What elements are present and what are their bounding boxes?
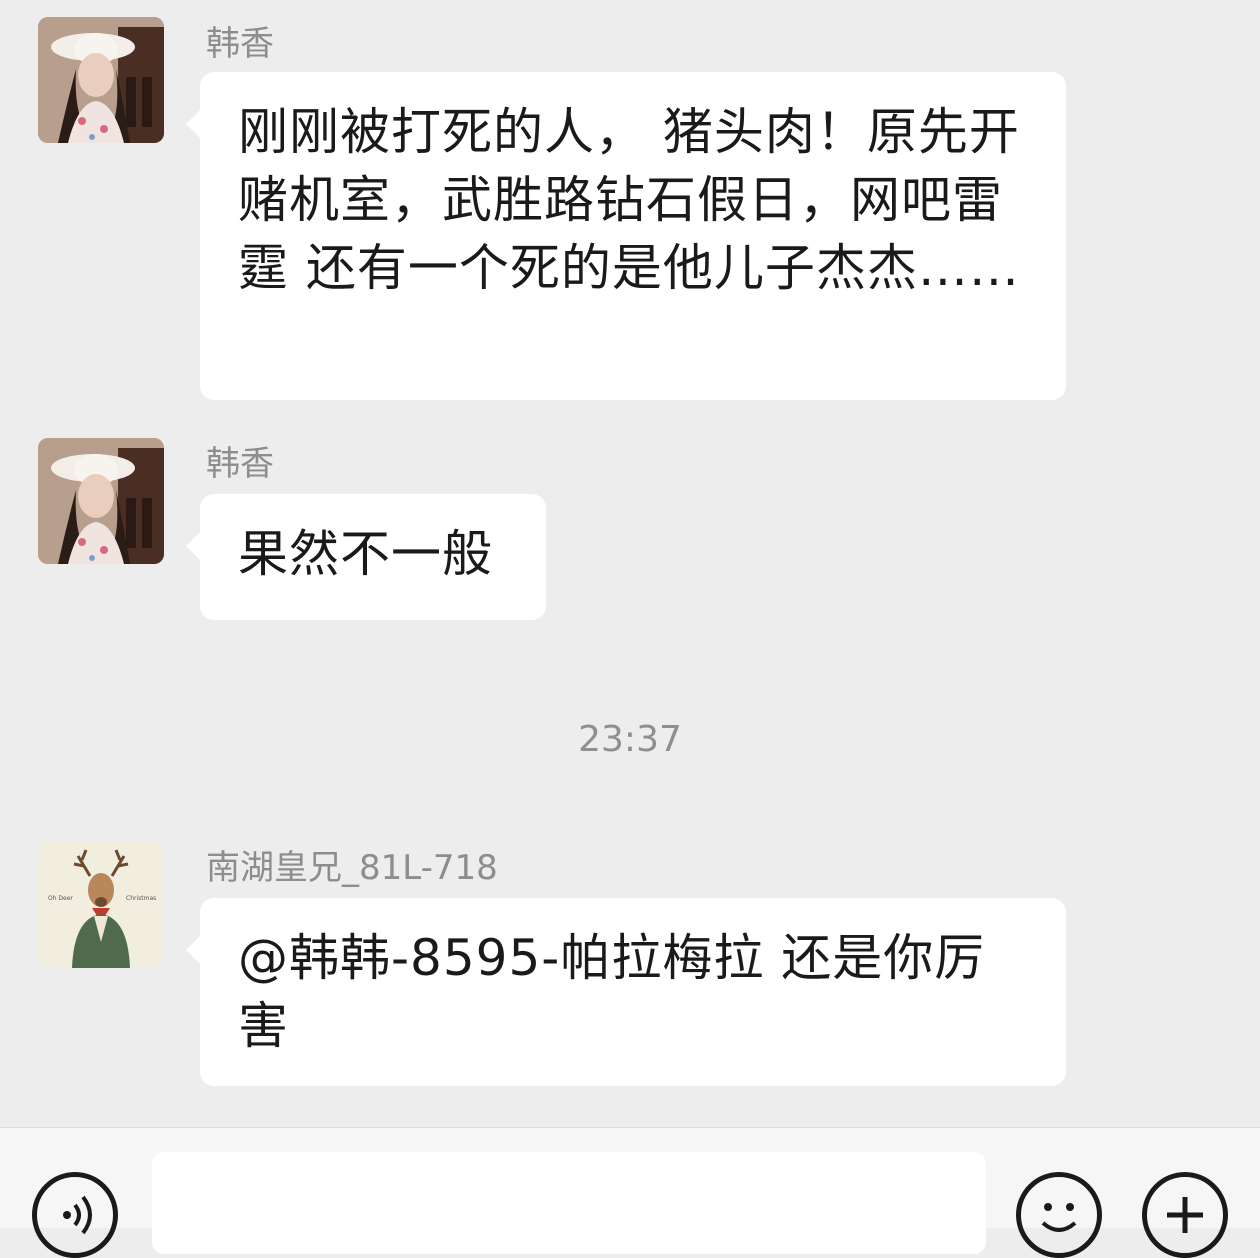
message-row: 韩香 果然不一般 [0, 420, 1260, 630]
emoji-button[interactable] [1016, 1172, 1102, 1258]
sender-avatar[interactable] [38, 17, 164, 143]
deer-illustration-avatar-icon: Oh Deer Christmas [38, 842, 164, 968]
svg-text:Oh Deer: Oh Deer [48, 895, 73, 902]
message-bubble[interactable]: 果然不一般 [186, 494, 546, 620]
emoji-icon [1041, 1203, 1077, 1232]
svg-text:Christmas: Christmas [126, 895, 156, 902]
message-row: Oh Deer Christmas 南湖皇兄_81L-718 @韩韩-8595-… [0, 826, 1260, 1096]
voice-icon [63, 1195, 92, 1235]
sender-avatar[interactable]: Oh Deer Christmas [38, 842, 164, 968]
voice-button[interactable] [32, 1172, 118, 1258]
message-bubble[interactable]: @韩韩-8595-帕拉梅拉 还是你厉害 [186, 898, 1066, 1086]
more-button[interactable] [1142, 1172, 1228, 1258]
sender-name: 韩香 [206, 24, 274, 64]
woman-photo-avatar-icon [38, 438, 164, 564]
sender-name: 南湖皇兄_81L-718 [206, 848, 498, 888]
plus-icon [1167, 1197, 1203, 1233]
message-row: 韩香 刚刚被打死的人， 猪头肉！原先开赌机室，武胜路钻石假日，网吧雷霆 还有一个… [0, 0, 1260, 410]
message-input[interactable] [152, 1152, 986, 1254]
woman-photo-avatar-icon [38, 17, 164, 143]
message-bubble[interactable]: 刚刚被打死的人， 猪头肉！原先开赌机室，武胜路钻石假日，网吧雷霆 还有一个死的是… [186, 72, 1066, 400]
sender-name: 韩香 [206, 444, 274, 484]
sender-avatar[interactable] [38, 438, 164, 564]
chat-input-bar [0, 1127, 1260, 1258]
timestamp: 23:37 [578, 719, 682, 760]
chat-message-list[interactable]: 韩香 刚刚被打死的人， 猪头肉！原先开赌机室，武胜路钻石假日，网吧雷霆 还有一个… [0, 0, 1260, 1127]
